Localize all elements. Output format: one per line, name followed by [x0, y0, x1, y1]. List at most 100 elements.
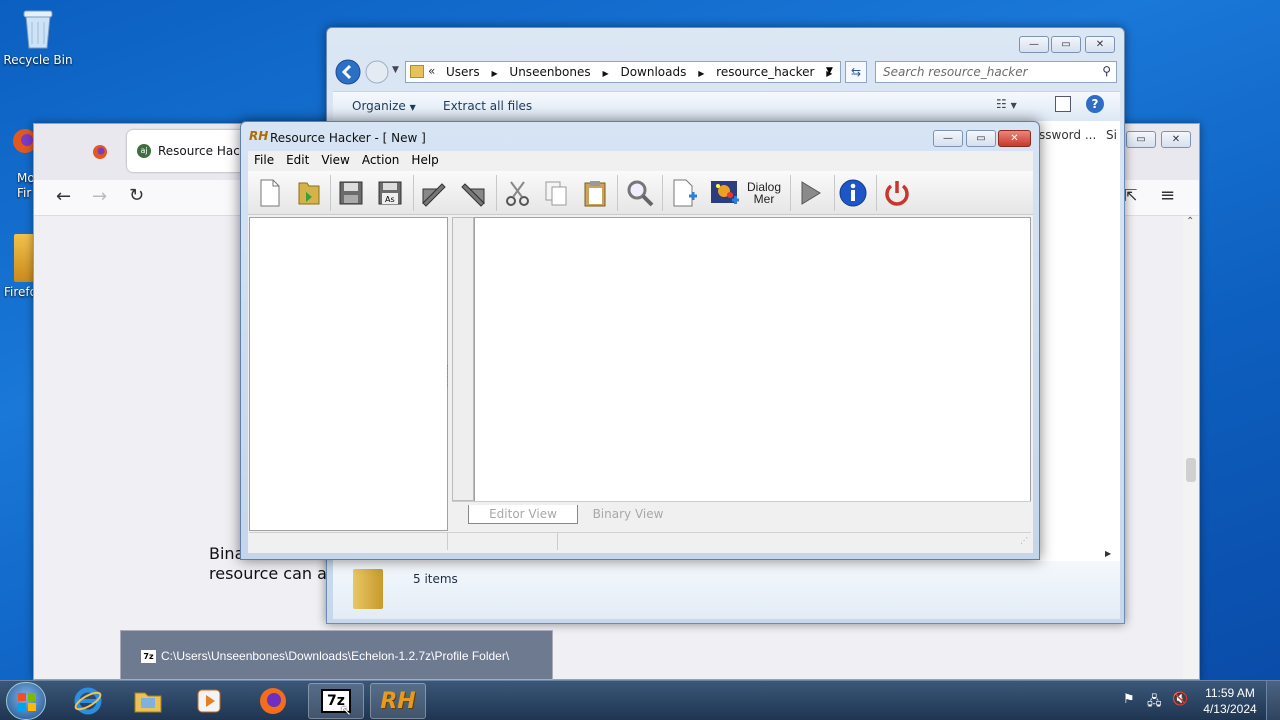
rh-window-title: Resource Hacker - [ New ] — [270, 131, 426, 145]
scroll-thumb[interactable] — [1186, 458, 1196, 482]
extract-all-button[interactable]: Extract all files — [443, 99, 532, 113]
open-file-icon[interactable] — [292, 176, 326, 210]
taskbar: 7z RH ↖ ⚑ 🖧 🔇 11:59 AM 4/13/2024 — [0, 680, 1280, 720]
menu-view[interactable]: View — [315, 151, 355, 169]
tab-editor-view[interactable]: Editor View — [468, 505, 578, 524]
svg-text:As: As — [385, 195, 395, 204]
exit-power-icon[interactable] — [880, 176, 914, 210]
breadcrumb-item[interactable]: Unseenbones — [509, 65, 590, 79]
forward-arrow-icon[interactable]: → — [92, 186, 107, 207]
resource-tree-panel[interactable] — [249, 217, 448, 531]
hamburger-menu-icon[interactable]: ≡ — [1160, 185, 1175, 206]
taskbar-resource-hacker[interactable]: RH — [370, 683, 426, 719]
item-count: 5 items — [413, 572, 458, 586]
page-text-line: resource can a — [209, 564, 327, 583]
about-info-icon[interactable] — [836, 176, 870, 210]
add-resource-icon[interactable] — [668, 176, 702, 210]
dialog-menu-editor-button[interactable]: Dialog Mer — [744, 176, 784, 210]
run-script-icon[interactable] — [793, 176, 827, 210]
scroll-up-icon[interactable]: ⌃ — [1186, 216, 1194, 227]
firefox-icon — [260, 688, 286, 714]
rh-maximize-button[interactable]: ▭ — [966, 130, 996, 147]
copy-icon[interactable] — [539, 176, 573, 210]
desktop-icon-recycle-bin[interactable]: Recycle Bin — [0, 6, 76, 67]
explorer-commandbar: Organize ▼ Extract all files ☷ ▼ ? — [333, 91, 1120, 121]
help-icon[interactable]: ? — [1086, 95, 1104, 113]
rh-minimize-button[interactable]: — — [933, 130, 963, 147]
menu-help[interactable]: Help — [405, 151, 444, 169]
search-placeholder: Search resource_hacker — [883, 65, 1028, 79]
taskbar-7zip-preview[interactable]: 7z C:\Users\Unseenbones\Downloads\Echelo… — [120, 630, 553, 680]
column-header-partial[interactable]: ssword ... — [1039, 128, 1096, 142]
new-file-icon[interactable] — [253, 176, 287, 210]
find-icon[interactable] — [623, 176, 657, 210]
explorer-search-input[interactable]: Search resource_hacker ⚲ — [875, 61, 1117, 83]
resource-hacker-window[interactable]: RH Resource Hacker - [ New ] — ▭ ✕ File E… — [240, 121, 1040, 560]
firefox-close-button[interactable]: ✕ — [1161, 131, 1191, 148]
resize-grip-icon[interactable]: ⋰ — [1020, 536, 1028, 545]
compile-forward-icon[interactable] — [456, 176, 490, 210]
address-dropdown-icon[interactable]: ▼ — [826, 66, 833, 76]
explorer-maximize-button[interactable]: ▭ — [1051, 36, 1081, 53]
rh-toolbar: As Dialog Mer — [248, 171, 1033, 215]
explorer-address-bar[interactable]: « Users ▶ Unseenbones ▶ Downloads ▶ reso… — [405, 61, 841, 83]
breadcrumb-arrow-icon[interactable]: ▶ — [602, 69, 608, 78]
save-icon[interactable] — [334, 176, 368, 210]
search-icon[interactable]: ⚲ — [1102, 64, 1111, 78]
toolbar-separator — [834, 175, 835, 211]
breadcrumb-overflow-icon[interactable]: « — [428, 64, 435, 78]
menu-file[interactable]: File — [248, 151, 280, 169]
taskbar-firefox[interactable] — [245, 683, 301, 719]
save-as-icon[interactable]: As — [373, 176, 407, 210]
breadcrumb-item[interactable]: resource_hacker — [716, 65, 814, 79]
back-arrow-icon[interactable]: ← — [56, 186, 71, 207]
start-button[interactable] — [6, 682, 46, 720]
toolbar-separator — [413, 175, 414, 211]
explorer-forward-icon[interactable] — [364, 59, 390, 85]
breadcrumb-arrow-icon[interactable]: ▶ — [698, 69, 704, 78]
resource-editor-pane[interactable] — [474, 217, 1031, 503]
view-options-icon[interactable]: ☷ ▼ — [996, 97, 1017, 111]
rh-close-button[interactable]: ✕ — [998, 130, 1031, 147]
menu-action[interactable]: Action — [356, 151, 406, 169]
recent-pages-chevron-icon[interactable]: ▼ — [392, 65, 399, 75]
tab-binary-view[interactable]: Binary View — [580, 505, 676, 524]
explorer-close-button[interactable]: ✕ — [1085, 36, 1115, 53]
firefox-maximize-button[interactable]: ▭ — [1126, 131, 1156, 148]
taskbar-7zip[interactable]: 7z — [308, 683, 364, 719]
scroll-right-icon[interactable]: ▶ — [1105, 549, 1111, 558]
splitter-grip[interactable] — [447, 365, 450, 387]
cut-icon[interactable] — [501, 176, 535, 210]
add-image-resource-icon[interactable] — [708, 176, 742, 210]
network-icon[interactable]: 🖧 — [1147, 692, 1162, 714]
clock[interactable]: 11:59 AM 4/13/2024 — [1200, 685, 1260, 717]
firefox-view-icon[interactable] — [92, 144, 108, 160]
reload-icon[interactable]: ↻ — [129, 185, 144, 206]
action-center-flag-icon[interactable]: ⚑ — [1123, 692, 1135, 707]
share-icon[interactable]: ⇱ — [1124, 186, 1137, 205]
toolbar-separator — [496, 175, 497, 211]
taskbar-file-explorer[interactable] — [120, 683, 176, 719]
folder-icon — [134, 692, 162, 713]
taskbar-internet-explorer[interactable] — [60, 683, 116, 719]
organize-button[interactable]: Organize ▼ — [352, 99, 416, 113]
preview-pane-icon[interactable] — [1055, 96, 1071, 112]
taskbar-media-player[interactable] — [181, 683, 237, 719]
explorer-back-icon[interactable] — [335, 59, 361, 85]
preview-window-title: C:\Users\Unseenbones\Downloads\Echelon-1… — [161, 649, 510, 663]
breadcrumb-item[interactable]: Users — [446, 65, 480, 79]
compile-back-icon[interactable] — [417, 176, 451, 210]
menu-edit[interactable]: Edit — [280, 151, 315, 169]
volume-muted-icon[interactable]: 🔇 — [1172, 692, 1188, 707]
view-tabs: Editor View Binary View — [452, 501, 1031, 525]
paste-icon[interactable] — [578, 176, 612, 210]
breadcrumb-item[interactable]: Downloads — [620, 65, 686, 79]
rh-status-bar: ⋰ — [249, 532, 1031, 550]
firefox-scrollbar[interactable]: ⌃ — [1183, 216, 1199, 679]
show-desktop-button[interactable] — [1266, 681, 1280, 720]
column-header-partial[interactable]: Si — [1106, 128, 1117, 142]
toolbar-separator — [790, 175, 791, 211]
breadcrumb-arrow-icon[interactable]: ▶ — [491, 69, 497, 78]
explorer-minimize-button[interactable]: — — [1019, 36, 1049, 53]
refresh-icon[interactable]: ⇆ — [845, 61, 867, 83]
